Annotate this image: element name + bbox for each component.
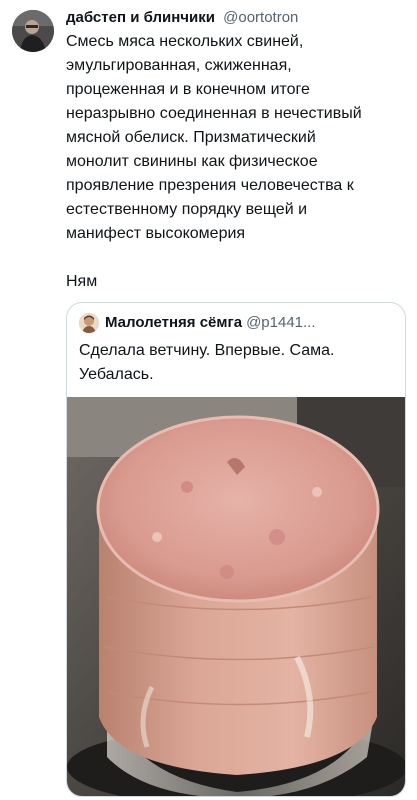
- tweet-header: дабстеп и блинчики @oortotron: [66, 8, 407, 28]
- quoted-tweet-header: Малолетняя сёмга @p1441...: [79, 313, 316, 333]
- tweet-text-yum: Ням: [66, 273, 98, 290]
- tweet-content: дабстеп и блинчики @oortotron Смесь мяса…: [66, 8, 407, 294]
- quoted-author-avatar: [79, 313, 99, 333]
- tweet-text: Смесь мяса нескольких свиней, эмульгиров…: [66, 33, 362, 242]
- quoted-tweet[interactable]: Малолетняя сёмга @p1441... Сделала ветчи…: [66, 302, 406, 797]
- tweet: дабстеп и блинчики @oortotron Смесь мяса…: [0, 0, 417, 800]
- author-display-name[interactable]: дабстеп и блинчики: [66, 9, 215, 26]
- quoted-author-avatar-image: [79, 313, 99, 333]
- quoted-author-display-name: Малолетняя сёмга: [105, 314, 243, 331]
- author-avatar-image: [12, 10, 54, 52]
- quoted-tweet-text: Сделала ветчину. Впервые. Сама. Уебалась…: [79, 342, 335, 383]
- author-handle[interactable]: @oortotron: [223, 9, 298, 26]
- quoted-author-handle: @p1441...: [246, 314, 316, 331]
- author-avatar[interactable]: [12, 10, 54, 52]
- ham-photo[interactable]: [67, 397, 406, 797]
